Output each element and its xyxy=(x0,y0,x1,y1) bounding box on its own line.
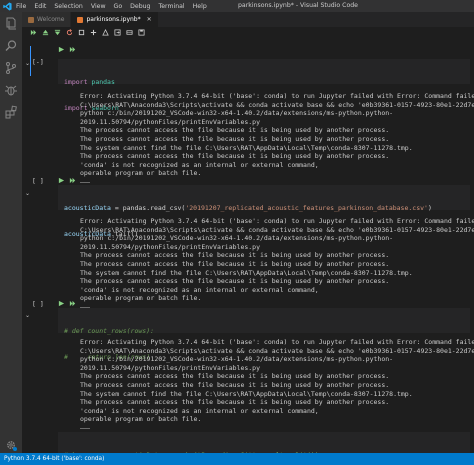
collapse-chevron-icon[interactable]: ⌄ xyxy=(25,190,30,197)
selected-cell-indicator xyxy=(30,46,31,76)
code-token: acousticData xyxy=(64,204,111,213)
run-cell-icon[interactable] xyxy=(58,300,65,307)
search-icon[interactable] xyxy=(4,38,18,52)
clear-output-icon[interactable] xyxy=(102,29,109,36)
cell-output: Error: Activating Python 3.7.4 64-bit ('… xyxy=(80,217,474,303)
menu-terminal[interactable]: Terminal xyxy=(159,3,185,10)
code-line-1: # def count_rows(rows): xyxy=(64,327,464,336)
tab-parkinsons-notebook[interactable]: parkinsons.ipynb* ✕ xyxy=(71,12,159,27)
code-editor[interactable]: import pandas import seaborn xyxy=(58,59,470,112)
gear-icon[interactable] xyxy=(4,437,18,451)
code-editor[interactable]: # by_cross = acousticData.groupby('Recor… xyxy=(58,432,470,453)
tab-welcome[interactable]: Welcome xyxy=(22,12,72,27)
run-all-icon[interactable] xyxy=(30,29,37,36)
window-title: parkinsons.ipynb* - Visual Studio Code xyxy=(238,2,358,9)
menu-selection[interactable]: Selection xyxy=(54,3,83,10)
run-below-icon[interactable] xyxy=(69,46,76,53)
notebook-toolbar xyxy=(22,27,474,38)
run-above-icon[interactable] xyxy=(42,29,49,36)
output-divider xyxy=(80,428,90,429)
code-line-1: import pandas xyxy=(64,78,464,87)
run-below-icon[interactable] xyxy=(69,300,76,307)
vscode-tab-icon xyxy=(28,16,34,23)
menu-help[interactable]: Help xyxy=(193,3,207,10)
run-below-icon[interactable] xyxy=(54,29,61,36)
code-token: import xyxy=(64,78,88,87)
cell-output: Error: Activating Python 3.7.4 64-bit ('… xyxy=(80,92,474,178)
add-cell-icon[interactable] xyxy=(90,29,97,36)
code-token: '20191207_replicated_acoustic_features_p… xyxy=(185,204,428,213)
run-below-icon[interactable] xyxy=(69,177,76,184)
menu-debug[interactable]: Debug xyxy=(130,3,150,10)
code-token: ) xyxy=(427,204,432,213)
code-token: = pandas.read_csv( xyxy=(110,204,186,213)
run-cell-icon[interactable] xyxy=(58,46,65,53)
menu-go[interactable]: Go xyxy=(114,3,123,10)
execution-count: [ ] xyxy=(32,177,44,185)
execution-count: [ ] xyxy=(32,300,44,308)
execution-count: [-] xyxy=(32,58,44,66)
cell-run-controls xyxy=(58,177,76,184)
debug-icon[interactable] xyxy=(4,82,18,96)
output-divider xyxy=(80,182,90,183)
code-token: # def count_rows(rows): xyxy=(64,327,155,336)
title-bar: File Edit Selection View Go Debug Termin… xyxy=(0,0,474,12)
notebook-icon xyxy=(77,16,84,23)
save-icon[interactable] xyxy=(138,29,145,36)
notebook-editor: ⌄ [-] import pandas import seaborn Error… xyxy=(22,38,474,453)
cell-output: Error: Activating Python 3.7.4 64-bit ('… xyxy=(80,338,474,424)
cell-run-controls xyxy=(58,46,76,53)
collapse-chevron-icon[interactable]: ⌄ xyxy=(25,312,30,319)
vscode-logo-icon xyxy=(3,1,12,11)
code-token: pandas xyxy=(91,78,115,87)
status-bar: Python 3.7.4 64-bit ('base': conda) xyxy=(0,453,474,465)
tab-label: Welcome xyxy=(37,16,65,23)
run-cell-icon[interactable] xyxy=(58,177,65,184)
code-editor[interactable]: # def count_rows(rows): # return len(row… xyxy=(58,308,470,361)
python-interpreter-status[interactable]: Python 3.7.4 64-bit ('base': conda) xyxy=(4,456,104,462)
tab-label: parkinsons.ipynb* xyxy=(86,16,141,23)
interrupt-kernel-icon[interactable] xyxy=(78,29,85,36)
menu-file[interactable]: File xyxy=(16,3,26,10)
cell-run-controls xyxy=(58,300,76,307)
tab-bar: Welcome parkinsons.ipynb* ✕ xyxy=(22,12,474,27)
source-control-icon[interactable] xyxy=(4,60,18,74)
code-editor[interactable]: acousticData = pandas.read_csv('20191207… xyxy=(58,185,470,238)
menu-view[interactable]: View xyxy=(91,3,106,10)
close-icon[interactable]: ✕ xyxy=(147,16,152,23)
menu-edit[interactable]: Edit xyxy=(34,3,46,10)
code-line-1: acousticData = pandas.read_csv('20191207… xyxy=(64,204,464,213)
menu-bar: File Edit Selection View Go Debug Termin… xyxy=(16,3,207,10)
activity-bar xyxy=(0,12,22,453)
restart-kernel-icon[interactable] xyxy=(66,29,73,36)
explorer-icon[interactable] xyxy=(4,16,18,30)
variables-icon[interactable] xyxy=(126,29,133,36)
extensions-icon[interactable] xyxy=(4,104,18,119)
export-icon[interactable] xyxy=(114,29,121,36)
